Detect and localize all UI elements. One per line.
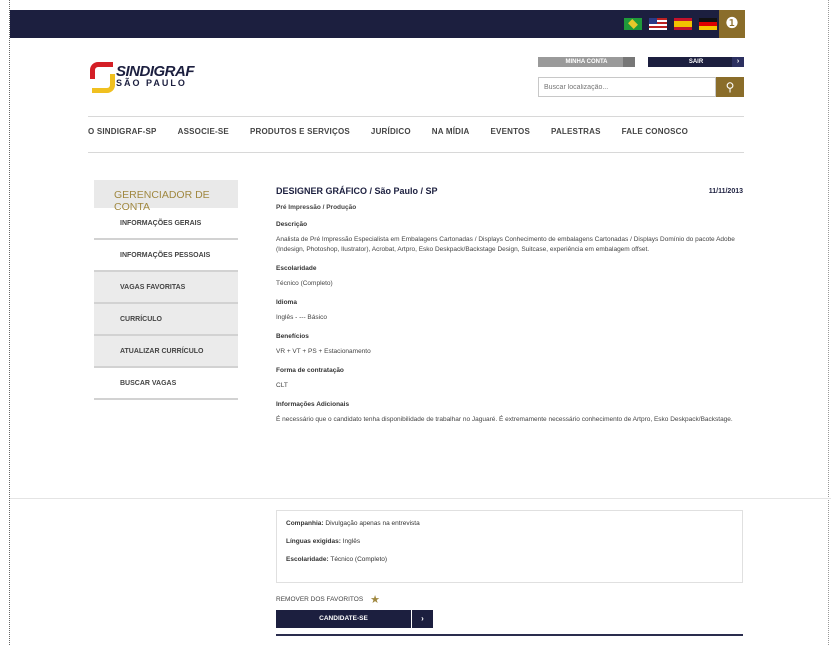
page-frame-left [9, 0, 10, 645]
search-icon[interactable]: ⚲ [716, 77, 744, 97]
description-label: Descrição [276, 221, 308, 228]
main-nav: O SINDIGRAF-SP ASSOCIE-SE PRODUTOS E SER… [88, 127, 688, 136]
apply-label: CANDIDATE-SE [319, 615, 368, 622]
nav-item-associe[interactable]: ASSOCIE-SE [178, 127, 229, 136]
bottom-divider [276, 634, 743, 636]
logout-button[interactable]: SAIR › [648, 57, 744, 67]
hiring-label: Forma de contratação [276, 367, 344, 375]
apply-button[interactable]: CANDIDATE-SE › [276, 610, 433, 628]
content-divider [10, 498, 831, 499]
job-category: Pré Impressão / Produção [276, 204, 357, 211]
logo[interactable]: SINDIGRAF SÃO PAULO [88, 60, 195, 93]
education-label: Escolaridade [276, 265, 317, 273]
sidebar-title: GERENCIADOR DE CONTA [94, 180, 238, 213]
chevron-right-icon: › [732, 57, 744, 67]
language-flags [624, 18, 717, 30]
nav-divider [88, 152, 744, 153]
language-label: Idioma [276, 299, 297, 307]
nav-item-eventos[interactable]: EVENTOS [491, 127, 531, 136]
nav-item-juridico[interactable]: JURÍDICO [371, 127, 411, 136]
chevron-right-icon: › [411, 610, 433, 628]
nav-item-contato[interactable]: FALE CONOSCO [622, 127, 688, 136]
remove-favorite-link[interactable]: REMOVER DOS FAVORITOS ★ [276, 593, 380, 606]
flag-spain-icon[interactable] [674, 18, 692, 30]
nav-item-midia[interactable]: NA MÍDIA [432, 127, 470, 136]
job-title: DESIGNER GRÁFICO / São Paulo / SP [276, 186, 438, 196]
summary-education: Escolaridade: Técnico (Completo) [286, 556, 733, 563]
summary-company: Companhia: Divulgação apenas na entrevis… [286, 520, 733, 527]
languages-value: Inglês [342, 538, 361, 545]
summary-education-label: Escolaridade: [286, 556, 329, 563]
header-divider [88, 116, 744, 117]
company-label: Companhia: [286, 520, 324, 527]
nav-item-sindigraf[interactable]: O SINDIGRAF-SP [88, 127, 157, 136]
benefits-text: VR + VT + PS + Estacionamento [276, 348, 371, 356]
hiring-text: CLT [276, 382, 288, 390]
company-value: Divulgação apenas na entrevista [325, 520, 420, 527]
benefits-label: Benefícios [276, 333, 309, 341]
extra-info-text: É necessário que o candidato tenha dispo… [276, 416, 733, 424]
globe-icon[interactable]: ❶ [719, 10, 745, 38]
flag-germany-icon[interactable] [699, 18, 717, 30]
description-text: Analista de Pré Impressão Especialista e… [276, 236, 735, 254]
job-date: 11/11/2013 [708, 188, 743, 195]
nav-item-produtos[interactable]: PRODUTOS E SERVIÇOS [250, 127, 350, 136]
logo-title: SINDIGRAF [116, 63, 195, 80]
chevron-right-icon [623, 57, 635, 67]
flag-usa-icon[interactable] [649, 18, 667, 30]
logo-mark-icon [88, 60, 115, 93]
search-input[interactable] [538, 77, 716, 97]
page-frame-right [828, 0, 829, 645]
summary-education-value: Técnico (Completo) [330, 556, 388, 563]
sidebar-item-update-resume[interactable]: ATUALIZAR CURRÍCULO [94, 336, 238, 368]
flag-brazil-icon[interactable] [624, 18, 642, 30]
sidebar-item-resume[interactable]: CURRÍCULO [94, 304, 238, 336]
job-summary: Companhia: Divulgação apenas na entrevis… [276, 510, 743, 583]
star-icon: ★ [370, 594, 381, 606]
languages-label: Línguas exigidas: [286, 538, 341, 545]
summary-languages: Línguas exigidas: Inglês [286, 538, 733, 545]
sidebar-item-personal[interactable]: INFORMAÇÕES PESSOAIS [94, 240, 238, 272]
extra-info-label: Informações Adicionais [276, 401, 350, 409]
job-detail: DESIGNER GRÁFICO / São Paulo / SP 11/11/… [276, 186, 743, 425]
logo-subtitle: SÃO PAULO [116, 78, 187, 88]
sidebar-item-favorites[interactable]: VAGAS FAVORITAS [94, 272, 238, 304]
my-account-label: MINHA CONTA [565, 59, 608, 65]
education-text: Técnico (Completo) [276, 280, 333, 288]
top-bar: ❶ [10, 10, 745, 38]
sidebar-item-search-jobs[interactable]: BUSCAR VAGAS [94, 368, 238, 400]
account-sidebar: GERENCIADOR DE CONTA INFORMAÇÕES GERAIS … [94, 180, 238, 400]
language-text: Inglês - --- Básico [276, 314, 327, 322]
logout-label: SAIR [688, 59, 704, 65]
remove-favorite-label: REMOVER DOS FAVORITOS [276, 596, 364, 603]
my-account-button[interactable]: MINHA CONTA [538, 57, 635, 67]
nav-item-palestras[interactable]: PALESTRAS [551, 127, 601, 136]
